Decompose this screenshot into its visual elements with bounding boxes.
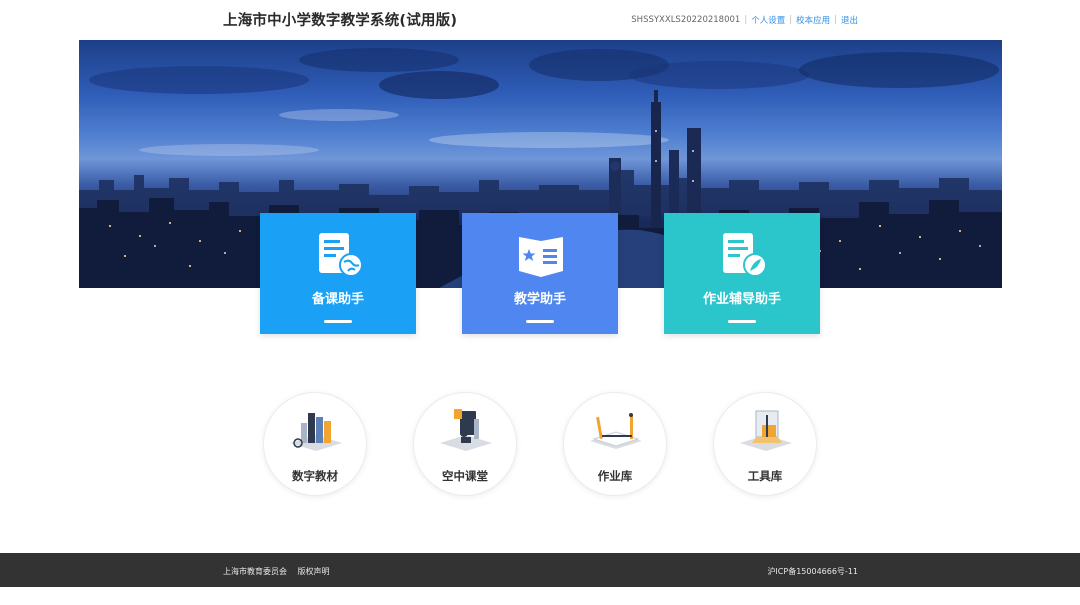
online-classroom-icon [440, 409, 492, 451]
online-classroom-label: 空中课堂 [442, 469, 488, 483]
lesson-prep-label: 备课助手 [311, 292, 364, 307]
link-divider: | [789, 15, 793, 25]
toolbox-label: 工具库 [747, 469, 783, 483]
link-divider: | [834, 15, 837, 25]
digital-textbook-label: 数字教材 [292, 469, 338, 483]
logout-link[interactable]: 退出 [841, 14, 858, 26]
footer-org: 上海市教育委员会 [223, 567, 287, 576]
homework-library-label: 作业库 [597, 469, 633, 483]
toolbox-button[interactable]: 工具库 [713, 392, 817, 496]
lesson-prep-icon [319, 233, 363, 277]
copyright-link[interactable]: 版权声明 [298, 567, 330, 576]
icp-record[interactable]: 沪ICP备15004666号-11 [767, 566, 858, 577]
header: 上海市中小学数字教学系统(试用版) SHSSYXXLS20220218001 |… [0, 0, 1080, 40]
top-links: SHSSYXXLS20220218001 | 个人设置 | 校本应用 | 退出 [631, 14, 858, 26]
online-classroom-button[interactable]: 空中课堂 [413, 392, 517, 496]
teaching-assistant-label: 教学助手 [513, 292, 566, 307]
user-id: SHSSYXXLS20220218001 [631, 15, 741, 25]
teaching-assistant-card[interactable]: 教学助手 [462, 213, 618, 334]
personal-settings-link[interactable]: 个人设置 [751, 14, 785, 26]
digital-textbook-button[interactable]: 数字教材 [263, 392, 367, 496]
card-underline [324, 320, 352, 323]
digital-textbook-icon [290, 413, 342, 451]
homework-tutor-card[interactable]: 作业辅导助手 [664, 213, 820, 334]
homework-tutor-icon [723, 233, 767, 277]
link-divider: | [744, 15, 748, 25]
toolbox-icon [740, 410, 792, 451]
school-apps-link[interactable]: 校本应用 [796, 14, 830, 26]
teaching-book-icon [519, 237, 563, 277]
site-title: 上海市中小学数字教学系统(试用版) [223, 13, 458, 29]
homework-tutor-label: 作业辅导助手 [702, 292, 781, 307]
lesson-prep-card[interactable]: 备课助手 [260, 213, 416, 334]
card-underline [728, 320, 756, 323]
homework-library-icon [590, 413, 642, 449]
footer-left: 上海市教育委员会 版权声明 [223, 566, 338, 577]
footer: 上海市教育委员会 版权声明 沪ICP备15004666号-11 [0, 553, 1080, 587]
homework-library-button[interactable]: 作业库 [563, 392, 667, 496]
card-underline [526, 320, 554, 323]
